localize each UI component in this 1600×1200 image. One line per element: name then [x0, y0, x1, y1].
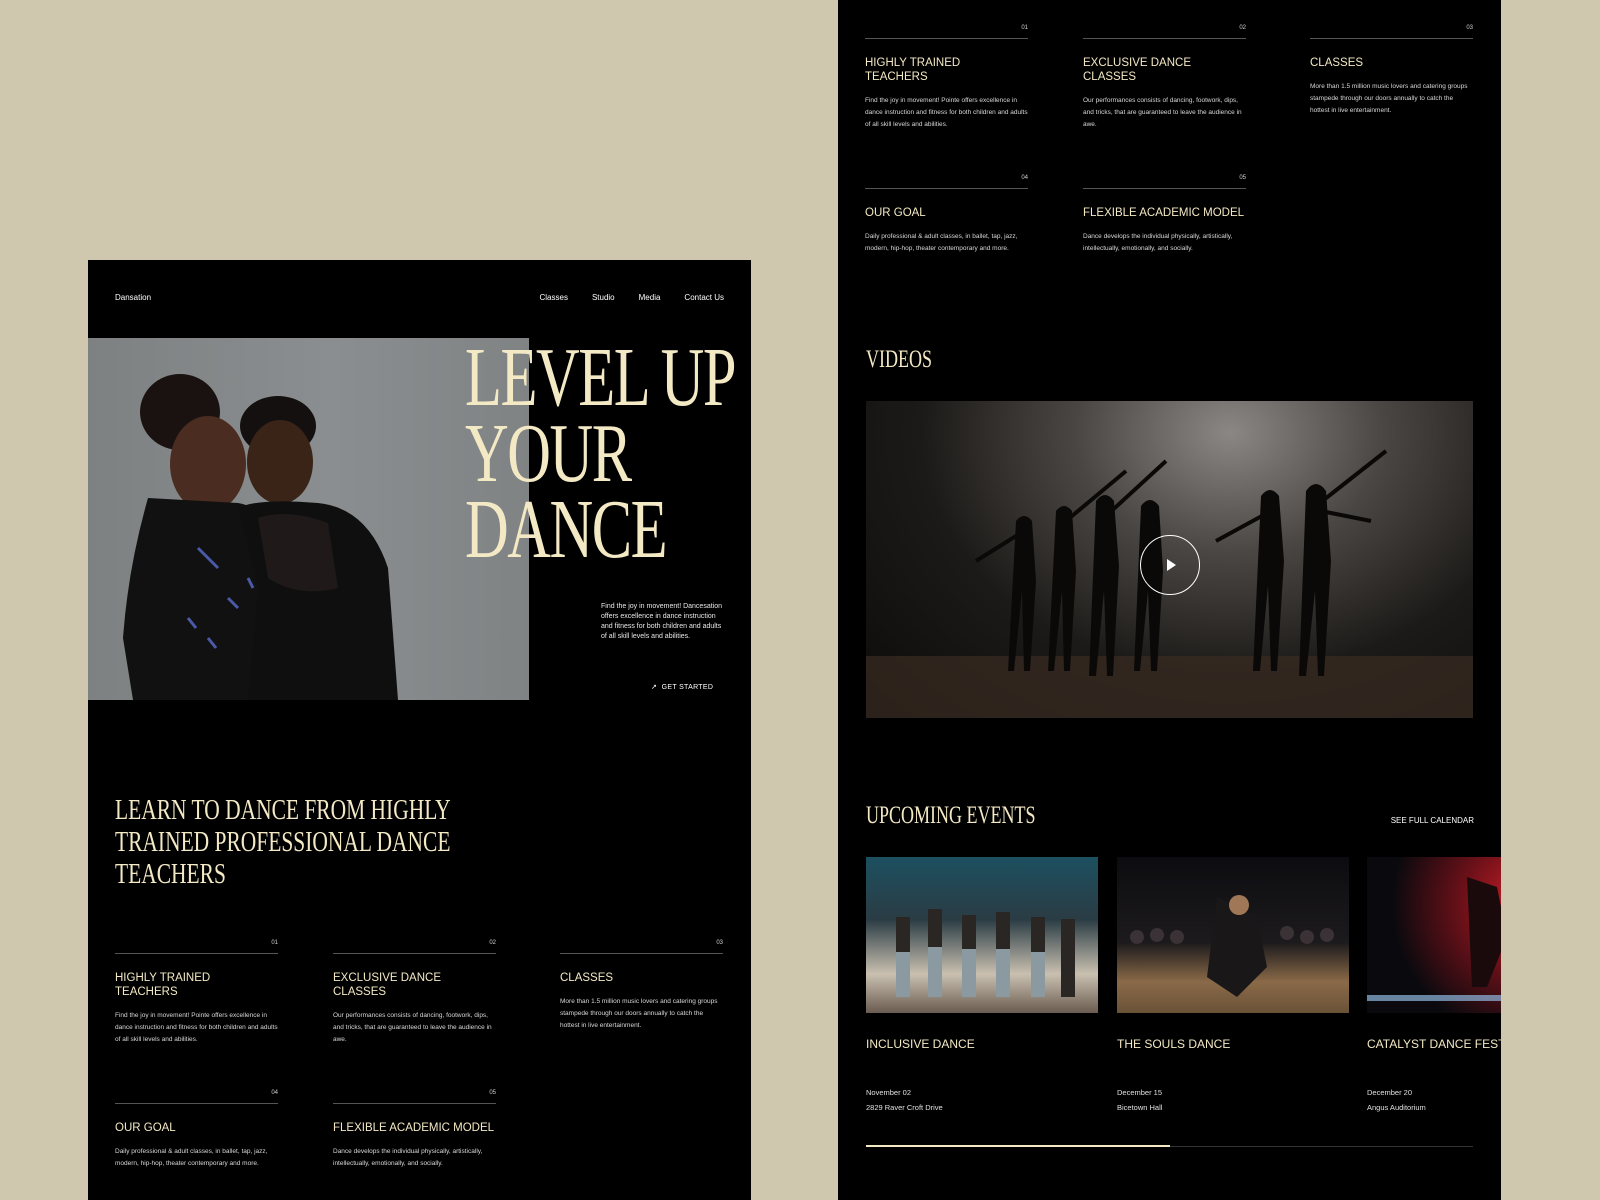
- event-title: INCLUSIVE DANCE: [866, 1037, 975, 1051]
- feature-card: 04 OUR GOAL Daily professional & adult c…: [865, 175, 1028, 255]
- feature-description: Dance develops the individual physically…: [333, 1148, 483, 1167]
- feature-card: 04 OUR GOAL Daily professional & adult c…: [115, 1090, 278, 1170]
- feature-card: 05 FLEXIBLE ACADEMIC MODEL Dance develop…: [333, 1090, 496, 1170]
- feature-card: 02 EXCLUSIVE DANCE CLASSES Our performanc…: [1083, 25, 1246, 131]
- main-nav: Classes Studio Media Contact Us: [539, 293, 724, 302]
- play-icon: [1167, 559, 1176, 571]
- hero-title-line: DANCE: [465, 483, 668, 576]
- feature-description: More than 1.5 million music lovers and c…: [1310, 83, 1468, 114]
- feature-number: 03: [560, 940, 723, 954]
- feature-card: 03 CLASSES More than 1.5 million music l…: [1310, 25, 1473, 117]
- hero-title-line: YOUR: [465, 407, 632, 500]
- landing-page-right: 01 HIGHLY TRAINED TEACHERS Find the joy i…: [838, 0, 1501, 1200]
- feature-title: OUR GOAL: [115, 1122, 176, 1134]
- video-player[interactable]: [866, 401, 1473, 718]
- feature-card: 02 EXCLUSIVE DANCE CLASSES Our performanc…: [333, 940, 496, 1046]
- learn-heading: LEARN TO DANCE FROM HIGHLY TRAINED PROFE…: [115, 794, 569, 890]
- feature-description: More than 1.5 million music lovers and c…: [560, 998, 718, 1029]
- feature-card: 03 CLASSES More than 1.5 million music l…: [560, 940, 723, 1032]
- feature-number: 04: [865, 175, 1028, 189]
- feature-description: Dance develops the individual physically…: [1083, 233, 1233, 252]
- events-scroll-progress[interactable]: [866, 1145, 1473, 1147]
- feature-title: FLEXIBLE ACADEMIC MODEL: [1083, 207, 1245, 219]
- event-card[interactable]: INCLUSIVE DANCE November 02 2829 Raver C…: [866, 857, 1098, 1112]
- feature-description: Our performances consists of dancing, fo…: [1083, 97, 1242, 128]
- feature-card: 01 HIGHLY TRAINED TEACHERS Find the joy i…: [115, 940, 278, 1046]
- hero-dancers-photo: [88, 338, 529, 700]
- event-date: November 02: [866, 1088, 912, 1097]
- feature-number: 04: [115, 1090, 278, 1104]
- event-photo: [866, 857, 1098, 1013]
- feature-description: Our performances consists of dancing, fo…: [333, 1012, 492, 1043]
- event-photo: [1117, 857, 1349, 1013]
- feature-description: Daily professional & adult classes, in b…: [115, 1148, 268, 1167]
- learn-heading-line: LEARN TO DANCE FROM HIGHLY: [115, 794, 451, 826]
- feature-title: HIGHLY TRAINED TEACHERS: [115, 972, 211, 998]
- see-full-calendar-link[interactable]: SEE FULL CALENDAR: [1391, 816, 1474, 825]
- event-location: 2829 Raver Croft Drive: [866, 1103, 943, 1112]
- nav-studio[interactable]: Studio: [592, 293, 615, 302]
- learn-heading-line: TRAINED PROFESSIONAL DANCE: [115, 826, 451, 858]
- play-button[interactable]: [1140, 535, 1200, 595]
- event-location: Bicetown Hall: [1117, 1103, 1163, 1112]
- nav-media[interactable]: Media: [639, 293, 661, 302]
- arrow-up-right-icon: ↗: [651, 684, 658, 691]
- feature-number: 01: [115, 940, 278, 954]
- hero-title-line: LEVEL UP: [465, 331, 737, 424]
- feature-title: HIGHLY TRAINED TEACHERS: [865, 57, 961, 83]
- get-started-button[interactable]: ↗ GET STARTED: [651, 683, 713, 691]
- event-location: Angus Auditorium: [1367, 1103, 1426, 1112]
- event-date: December 20: [1367, 1088, 1413, 1097]
- nav-contact[interactable]: Contact Us: [684, 293, 724, 302]
- get-started-label: GET STARTED: [661, 684, 714, 691]
- brand-logo[interactable]: Dansation: [115, 293, 151, 302]
- feature-number: 01: [865, 25, 1028, 39]
- feature-description: Find the joy in movement! Pointe offers …: [115, 1012, 278, 1043]
- feature-title: OUR GOAL: [865, 207, 926, 219]
- feature-number: 02: [333, 940, 496, 954]
- feature-number: 05: [1083, 175, 1246, 189]
- feature-title: CLASSES: [560, 972, 614, 984]
- event-date: December 15: [1117, 1088, 1163, 1097]
- feature-title: EXCLUSIVE DANCE CLASSES: [333, 972, 442, 998]
- event-photo: [1367, 857, 1501, 1013]
- feature-number: 05: [333, 1090, 496, 1104]
- feature-title: EXCLUSIVE DANCE CLASSES: [1083, 57, 1192, 83]
- learn-heading-line: TEACHERS: [115, 858, 226, 890]
- events-scroll-progress-fill: [866, 1145, 1170, 1147]
- landing-page-left: Dansation Classes Studio Media Contact U…: [88, 260, 751, 1200]
- feature-description: Daily professional & adult classes, in b…: [865, 233, 1018, 252]
- hero-description: Find the joy in movement! Dancesation of…: [601, 603, 723, 640]
- event-title: CATALYST DANCE FESTIVAL: [1367, 1037, 1501, 1051]
- feature-card: 01 HIGHLY TRAINED TEACHERS Find the joy i…: [865, 25, 1028, 131]
- events-heading: UPCOMING EVENTS: [866, 802, 1036, 829]
- feature-number: 03: [1310, 25, 1473, 39]
- videos-heading: VIDEOS: [866, 346, 933, 373]
- event-card[interactable]: CATALYST DANCE FESTIVAL December 20 Angu…: [1367, 857, 1501, 1112]
- event-title: THE SOULS DANCE: [1117, 1037, 1231, 1051]
- feature-number: 02: [1083, 25, 1246, 39]
- feature-card: 05 FLEXIBLE ACADEMIC MODEL Dance develop…: [1083, 175, 1246, 255]
- feature-title: CLASSES: [1310, 57, 1364, 69]
- nav-classes[interactable]: Classes: [539, 293, 567, 302]
- hero-title: LEVEL UP YOUR DANCE: [465, 331, 751, 576]
- event-card[interactable]: THE SOULS DANCE December 15 Bicetown Hal…: [1117, 857, 1349, 1112]
- feature-description: Find the joy in movement! Pointe offers …: [865, 97, 1028, 128]
- feature-title: FLEXIBLE ACADEMIC MODEL: [333, 1122, 495, 1134]
